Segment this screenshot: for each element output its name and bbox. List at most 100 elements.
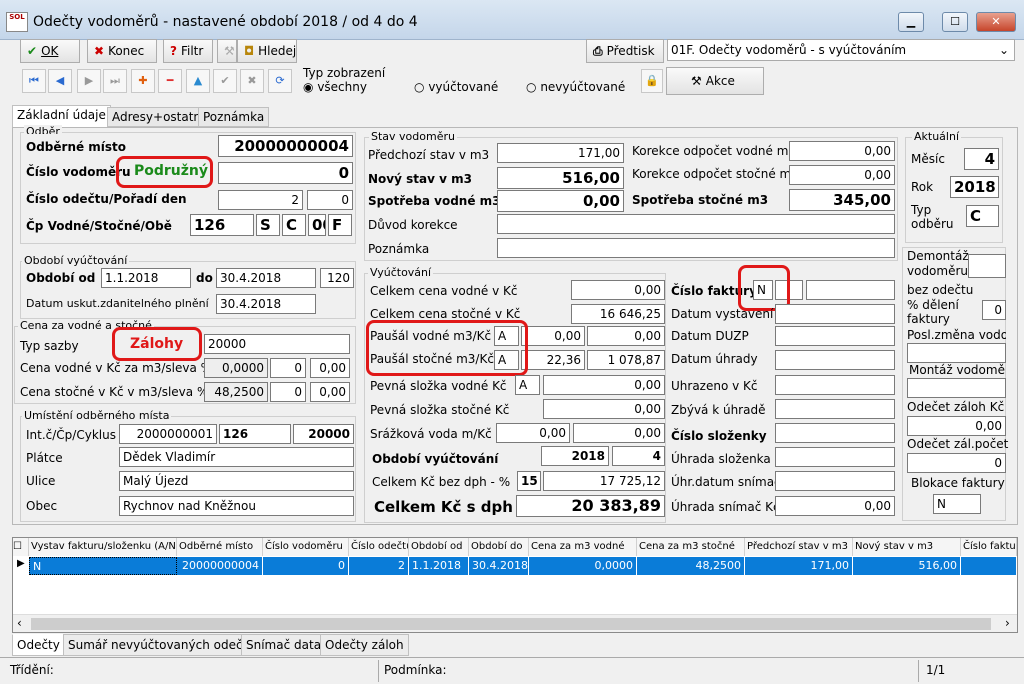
view-billed-radio[interactable]: ○ vyúčtované	[414, 80, 498, 94]
grid-cell[interactable]: 0	[263, 557, 349, 575]
grid-cell[interactable]: 516,00	[853, 557, 961, 575]
posl-zmena-field[interactable]	[907, 343, 1006, 363]
akce-button[interactable]: ⚒ Akce	[666, 67, 764, 95]
grid-header[interactable]: Předchozí stav v m3	[745, 538, 853, 556]
celkem-s-dph-field[interactable]: 20 383,89	[516, 495, 665, 517]
uhrada-snimac-field[interactable]: 0,00	[775, 496, 895, 516]
data-grid[interactable]: ☐ Vystav fakturu/složenku (A/N) Odběrné …	[12, 537, 1018, 633]
tab-sumar[interactable]: Sumář nevyúčtovaných odečtů	[63, 634, 260, 656]
pausal-vodne-m3[interactable]: 0,00	[521, 326, 585, 346]
platce-field[interactable]: Dědek Vladimír	[119, 447, 354, 467]
cp-field[interactable]: 126	[190, 214, 254, 236]
view-unbilled-radio[interactable]: ○ nevyúčtované	[526, 80, 625, 94]
pausal-stocne-m3[interactable]: 22,36	[521, 350, 585, 370]
pausal-stocne-kc[interactable]: 1 078,87	[587, 350, 665, 370]
grid-cell[interactable]	[961, 557, 1017, 575]
dph-percent-field[interactable]: 15	[517, 471, 541, 491]
f-field[interactable]: F	[328, 214, 352, 236]
grid-header[interactable]: Nový stav v m3	[853, 538, 961, 556]
typ-odberu-field[interactable]: C	[966, 205, 999, 227]
disabled-icon-button[interactable]: ⚒	[217, 39, 237, 63]
grid-header[interactable]: Vystav fakturu/složenku (A/N)	[29, 538, 177, 556]
prev-record-button[interactable]: ◀	[48, 69, 72, 93]
obdobi-vyuct-mesic[interactable]: 4	[612, 446, 665, 466]
tab-adresy[interactable]: Adresy+ostatní	[107, 107, 210, 127]
first-record-button[interactable]: ⏮	[22, 69, 46, 93]
cislo-vodomeru-field[interactable]: 0	[218, 162, 353, 184]
maximize-button[interactable]: ☐	[942, 12, 968, 32]
celkem-vodne-field[interactable]: 0,00	[571, 280, 665, 300]
cena-vodne-sleva2[interactable]: 0,00	[310, 358, 350, 378]
cena-vodne-sleva1[interactable]: 0	[270, 358, 306, 378]
pevna-vodne-a[interactable]: A	[515, 375, 540, 395]
obdobi-od-field[interactable]: 1.1.2018	[101, 268, 191, 288]
poznamka-field[interactable]	[497, 238, 895, 258]
tab-odecty[interactable]: Odečty	[12, 634, 65, 656]
cena-stocne-sleva2[interactable]: 0,00	[310, 382, 350, 402]
view-all-radio[interactable]: ◉ všechny	[303, 80, 367, 94]
odberne-misto-field[interactable]: 20000000004	[218, 135, 353, 157]
predtisk-button[interactable]: ⎙ Předtisk	[586, 39, 664, 63]
rok-field[interactable]: 2018	[950, 176, 999, 198]
grid-cell[interactable]: N	[29, 557, 177, 575]
tab-snimac[interactable]: Snímač data	[241, 634, 327, 656]
poradi-den-field[interactable]: 0	[307, 190, 353, 210]
blokace-field[interactable]: N	[933, 494, 981, 514]
scroll-right-icon[interactable]: ›	[1005, 616, 1010, 630]
grid-cell[interactable]: 2	[349, 557, 409, 575]
spotreba-vodne-field[interactable]: 0,00	[497, 190, 624, 212]
grid-cell[interactable]: 48,2500	[637, 557, 745, 575]
obdobi-days-field[interactable]: 120	[320, 268, 354, 288]
scroll-thumb[interactable]	[31, 618, 991, 630]
cislo-odectu-field[interactable]: 2	[218, 190, 303, 210]
obec-field[interactable]: Rychnov nad Kněžnou	[119, 496, 354, 516]
duvod-korekce-field[interactable]	[497, 214, 895, 234]
tab-poznamka[interactable]: Poznámka	[198, 107, 270, 127]
konec-button[interactable]: ✖ Konec	[87, 39, 157, 63]
grid-header[interactable]: Číslo faktury	[961, 538, 1017, 556]
pausal-vodne-kc[interactable]: 0,00	[587, 326, 665, 346]
umisteni-cp-field[interactable]: 126	[219, 424, 291, 444]
grid-cell[interactable]: 171,00	[745, 557, 853, 575]
grid-header[interactable]: Číslo vodoměru	[263, 538, 349, 556]
typ-sazby-field[interactable]: 20000	[204, 334, 350, 354]
oo-field[interactable]: 00	[308, 214, 326, 236]
pevna-vodne-field[interactable]: 0,00	[543, 375, 665, 395]
scroll-left-icon[interactable]: ‹	[17, 616, 22, 630]
grid-header[interactable]: Číslo odečtu	[349, 538, 409, 556]
grid-select-header[interactable]: ☐	[13, 538, 29, 556]
celkem-bez-dph-field[interactable]: 17 725,12	[543, 471, 665, 491]
odecet-zal-pocet-field[interactable]: 0	[907, 453, 1006, 473]
uhrada-slozenka-field[interactable]	[775, 447, 895, 467]
uhr-datum-snimac-field[interactable]	[775, 471, 895, 491]
add-record-button[interactable]: ✚	[131, 69, 155, 93]
last-record-button[interactable]: ⏭	[103, 69, 127, 93]
demontaz-field[interactable]	[968, 254, 1006, 278]
uhrazeno-field[interactable]	[775, 375, 895, 395]
cena-stocne-field[interactable]: 48,2500	[204, 382, 268, 402]
cena-stocne-sleva1[interactable]: 0	[270, 382, 306, 402]
deleni-faktury-field[interactable]: 0	[982, 300, 1006, 320]
korekce-stocne-field[interactable]: 0,00	[789, 165, 895, 185]
cyklus-field[interactable]: 20000	[293, 424, 354, 444]
srazkova-kc-field[interactable]: 0,00	[573, 423, 665, 443]
obdobi-vyuct-rok[interactable]: 2018	[541, 446, 609, 466]
datum-uhrady-field[interactable]	[775, 350, 895, 370]
pevna-stocne-field[interactable]: 0,00	[543, 399, 665, 419]
report-select[interactable]: 01F. Odečty vodoměrů - s vyúčtováním ⌄	[667, 39, 1015, 61]
minimize-button[interactable]: ▁	[898, 12, 924, 32]
cislo-slozenky-field[interactable]	[775, 423, 895, 443]
zbyva-field[interactable]	[775, 399, 895, 419]
duzp-field[interactable]: 30.4.2018	[216, 294, 316, 314]
ok-button[interactable]: ✔ OK	[20, 39, 80, 63]
confirm-record-button[interactable]: ✔	[213, 69, 237, 93]
close-button[interactable]: ✕	[976, 12, 1016, 32]
cena-vodne-field[interactable]: 0,0000	[204, 358, 268, 378]
next-record-button[interactable]: ▶	[77, 69, 101, 93]
cancel-record-button[interactable]: ✖	[240, 69, 264, 93]
ulice-field[interactable]: Malý Újezd	[119, 471, 354, 491]
spotreba-stocne-field[interactable]: 345,00	[789, 189, 895, 211]
datum-duzp-field[interactable]	[775, 326, 895, 346]
celkem-stocne-field[interactable]: 16 646,25	[571, 304, 665, 324]
mesic-field[interactable]: 4	[964, 148, 999, 170]
